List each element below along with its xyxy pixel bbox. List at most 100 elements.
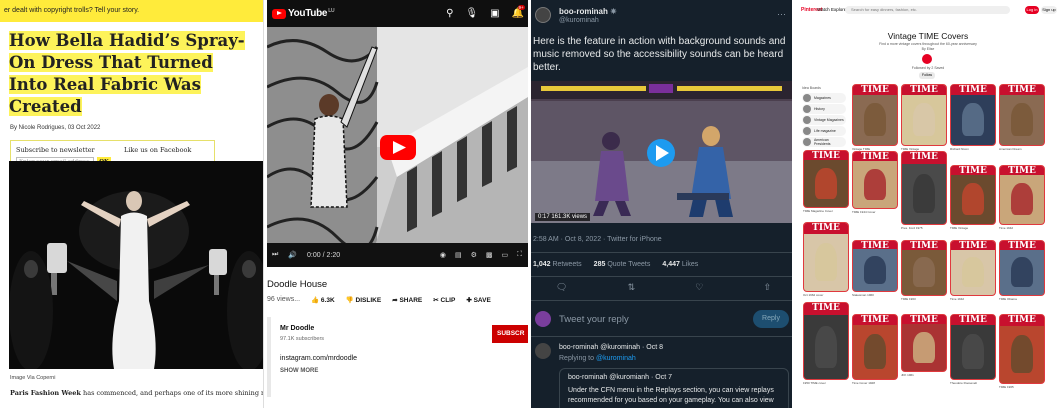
pin-label[interactable]: JFK 1961: [901, 373, 947, 377]
pin-card[interactable]: TIME: [950, 84, 996, 146]
fullscreen-icon[interactable]: ⛶: [517, 251, 522, 259]
image-caption: Image Via Coperni: [10, 375, 56, 381]
follow-button[interactable]: Follow: [919, 72, 935, 79]
likes-stat[interactable]: 4,447 Likes: [662, 261, 698, 268]
view-count[interactable]: 96 views...: [267, 296, 300, 303]
clip-button[interactable]: ✂ CLIP: [433, 296, 455, 304]
pin-label[interactable]: American Dream: [999, 147, 1045, 151]
board-author[interactable]: By Elise: [795, 47, 1061, 51]
create-video-icon[interactable]: ▣: [490, 8, 499, 19]
facebook-link[interactable]: Like us on Facebook: [124, 146, 191, 154]
pin-label[interactable]: TIME 1963: [901, 297, 947, 301]
nav-explore[interactable]: Explore: [831, 7, 846, 12]
pin-card[interactable]: TIME: [852, 84, 898, 146]
settings-icon[interactable]: ⚙: [471, 251, 477, 259]
channel-name[interactable]: Mr Doodle: [280, 325, 314, 332]
reply-icon[interactable]: 🗨: [556, 282, 567, 293]
pin-card[interactable]: TIME: [999, 314, 1045, 384]
theater-icon[interactable]: ▭: [501, 251, 508, 259]
reply-input[interactable]: Tweet your reply: [559, 314, 629, 325]
time-masthead: TIME: [951, 85, 995, 95]
pin-label[interactable]: TIME Vintage: [950, 226, 996, 230]
pin-card[interactable]: TIME: [999, 84, 1045, 146]
more-options-icon[interactable]: ⋯: [777, 9, 786, 20]
pin-label[interactable]: Statesman 1960: [852, 293, 898, 297]
pin-label[interactable]: TIME Obama: [999, 297, 1045, 301]
category-thumb-icon: [803, 127, 811, 135]
show-more-button[interactable]: SHOW MORE: [280, 368, 318, 374]
pin-card[interactable]: TIME: [803, 150, 849, 208]
autoplay-toggle-icon[interactable]: ◉: [440, 251, 446, 259]
signup-button[interactable]: Sign up: [1041, 6, 1057, 14]
sidebar-item[interactable]: Life magazine: [802, 126, 846, 136]
pin-label[interactable]: TIME 1944 Cover: [852, 210, 898, 214]
retweets-stat[interactable]: 1,042 Retweets: [533, 261, 582, 268]
pin-card[interactable]: TIME: [852, 240, 898, 292]
pin-label[interactable]: TIME Magazine Cover: [803, 209, 849, 213]
share-icon[interactable]: ⇧: [763, 282, 771, 293]
login-button[interactable]: Log in: [1025, 6, 1039, 14]
volume-icon[interactable]: 🔊: [288, 251, 297, 259]
pin-label[interactable]: Pres. Ford 1975: [901, 226, 947, 230]
pin-label[interactable]: Time Cover 1928: [852, 381, 898, 385]
pin-label[interactable]: Richard Nixon: [950, 147, 996, 151]
quotes-stat[interactable]: 285 Quote Tweets: [594, 261, 651, 268]
top-banner[interactable]: er dealt with copyright trolls? Tell you…: [0, 0, 263, 22]
next-icon[interactable]: ⏭: [272, 251, 278, 259]
quoted-tweet[interactable]: boo-rominah @kuromianh · Oct 7 Under the…: [559, 368, 789, 408]
pin-card[interactable]: TIME: [999, 240, 1045, 296]
pin-label[interactable]: Oct 1962 cover: [803, 293, 849, 297]
author-avatar[interactable]: [535, 7, 551, 23]
reply-author-avatar[interactable]: [535, 343, 551, 359]
pin-label[interactable]: 1950 TIME cover: [803, 381, 849, 385]
save-button[interactable]: ✚ SAVE: [466, 296, 490, 304]
pin-card[interactable]: TIME: [901, 240, 947, 296]
youtube-logo[interactable]: YouTube LU: [272, 8, 335, 19]
search-input[interactable]: Search for easy dinners, fashion, etc.: [845, 6, 1010, 14]
sidebar-item[interactable]: History: [802, 104, 846, 114]
pin-card[interactable]: TIME: [803, 302, 849, 380]
retweet-icon[interactable]: ⇅: [628, 282, 636, 293]
pin-card[interactable]: TIME: [901, 314, 947, 372]
mic-icon[interactable]: 🎙: [465, 8, 478, 19]
tweet-video[interactable]: [531, 81, 792, 223]
pin-card[interactable]: TIME: [950, 240, 996, 296]
subtitles-icon[interactable]: ▤: [455, 251, 462, 259]
author-handle[interactable]: @kurominah: [559, 17, 599, 24]
share-button[interactable]: ➦ SHARE: [392, 296, 422, 304]
like-icon[interactable]: ♡: [695, 282, 703, 293]
pin-label[interactable]: TIME 1965: [999, 385, 1045, 389]
pin-card[interactable]: TIME: [803, 222, 849, 292]
cover-portrait: [815, 325, 837, 368]
sidebar-item[interactable]: Magazines: [802, 93, 846, 103]
pin-card[interactable]: TIME: [901, 84, 947, 146]
search-icon[interactable]: ⚲: [446, 8, 453, 19]
reply-button[interactable]: Reply: [753, 310, 789, 328]
pin-card[interactable]: TIME: [901, 151, 947, 225]
pin-label[interactable]: Time 1942: [999, 226, 1045, 230]
miniplayer-icon[interactable]: ▩: [486, 251, 493, 259]
pin-card[interactable]: TIME: [999, 165, 1045, 225]
replying-to-handle[interactable]: @kurominah: [596, 355, 636, 362]
current-user-avatar: [535, 311, 551, 327]
sidebar-item[interactable]: Vintage Magazines: [802, 115, 846, 125]
pin-label[interactable]: Time 1942: [950, 297, 996, 301]
notifications-icon[interactable]: 🔔 9+: [512, 5, 525, 19]
board-avatar[interactable]: [922, 54, 932, 64]
author-name[interactable]: boo-rominah ✷: [559, 7, 617, 16]
nav-watch[interactable]: Watch: [817, 7, 830, 12]
sidebar-item[interactable]: American Presidents: [802, 137, 846, 147]
subscribe-button[interactable]: SUBSCR: [492, 325, 528, 343]
pin-card[interactable]: TIME: [950, 165, 996, 225]
reply-author[interactable]: boo-rominah @kurominah · Oct 8: [559, 344, 663, 351]
pin-card[interactable]: TIME: [852, 314, 898, 380]
pinterest-panel: Pinterest Watch Explore Search for easy …: [795, 0, 1061, 408]
pin-label[interactable]: Theodore Roosevelt: [950, 381, 996, 385]
quoted-author: boo-rominah @kuromianh · Oct 7: [568, 374, 672, 381]
dislike-button[interactable]: 👎 DISLIKE: [346, 296, 382, 304]
pin-card[interactable]: TIME: [852, 151, 898, 209]
video-player[interactable]: [267, 27, 528, 271]
like-button[interactable]: 👍 6.3K: [311, 296, 335, 304]
description-link[interactable]: instagram.com/mrdoodle: [280, 355, 357, 362]
pin-card[interactable]: TIME: [950, 314, 996, 380]
